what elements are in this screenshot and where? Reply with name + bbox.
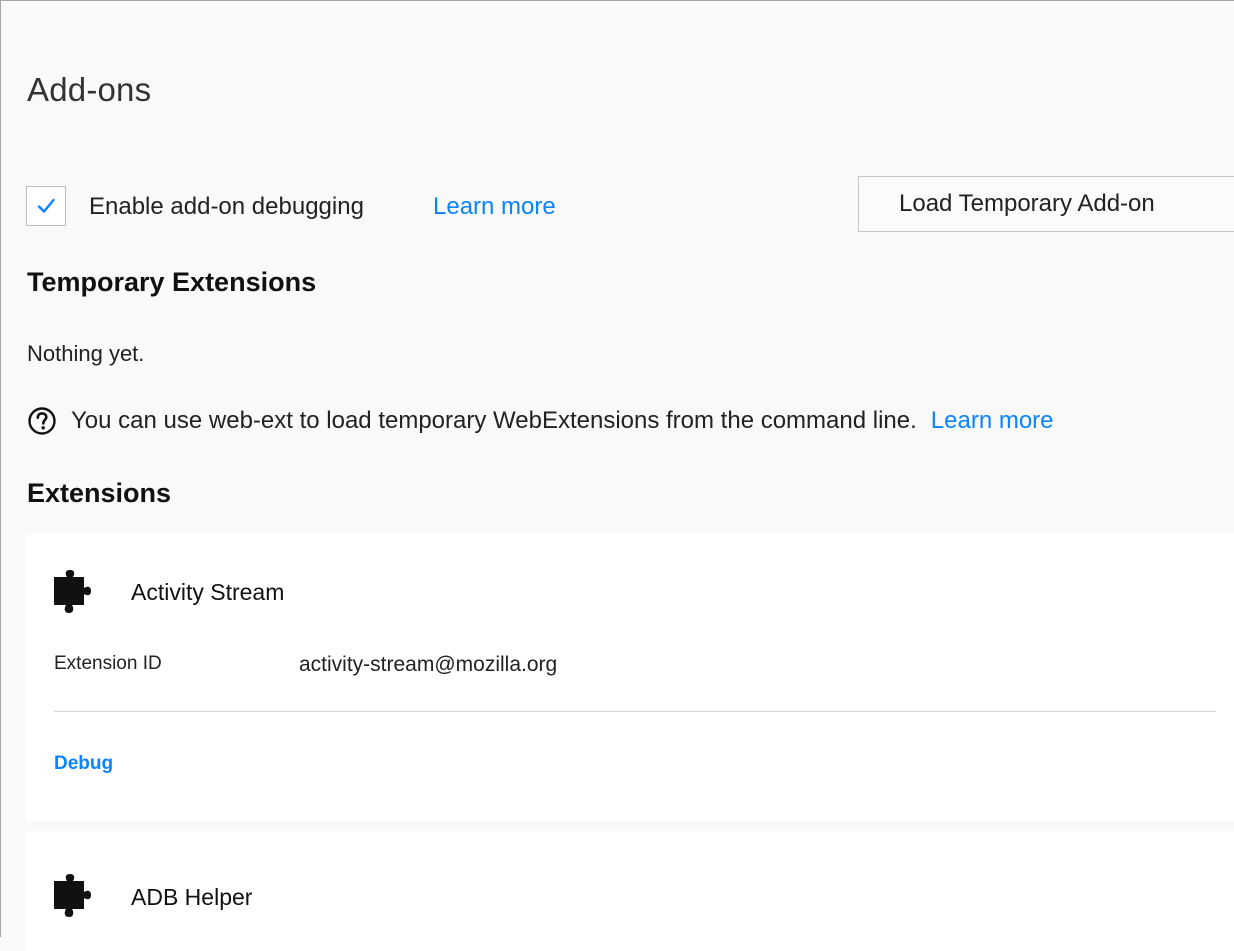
enable-debugging-label[interactable]: Enable add-on debugging [89, 193, 364, 221]
extension-id-label: Extension ID [54, 653, 162, 674]
checkmark-icon [37, 198, 55, 213]
help-question-icon [27, 406, 57, 436]
temporary-extensions-heading: Temporary Extensions [27, 267, 317, 297]
page-title: Add-ons [27, 71, 152, 108]
debugging-learn-more-link[interactable]: Learn more [433, 193, 556, 221]
puzzle-piece-icon [52, 569, 102, 615]
temporary-empty-text: Nothing yet. [27, 341, 145, 366]
puzzle-piece-icon [52, 873, 102, 919]
enable-debugging-checkbox[interactable] [26, 186, 66, 226]
extension-id-value: activity-stream@mozilla.org [299, 653, 558, 676]
web-ext-help-message: You can use web-ext to load temporary We… [27, 406, 1054, 436]
extensions-heading: Extensions [27, 478, 172, 508]
debug-link[interactable]: Debug [54, 753, 113, 775]
load-temporary-addon-button[interactable]: Load Temporary Add-on [858, 176, 1234, 232]
extension-name: Activity Stream [131, 579, 285, 605]
web-ext-learn-more-link[interactable]: Learn more [931, 407, 1054, 435]
extension-card: Activity Stream Extension ID activity-st… [26, 533, 1234, 821]
extension-name: ADB Helper [131, 884, 253, 910]
extension-card: ADB Helper [26, 831, 1234, 951]
web-ext-help-text: You can use web-ext to load temporary We… [71, 407, 917, 434]
card-divider [54, 711, 1216, 712]
about-debugging-page: Add-ons Enable add-on debugging Learn mo… [0, 0, 1234, 951]
